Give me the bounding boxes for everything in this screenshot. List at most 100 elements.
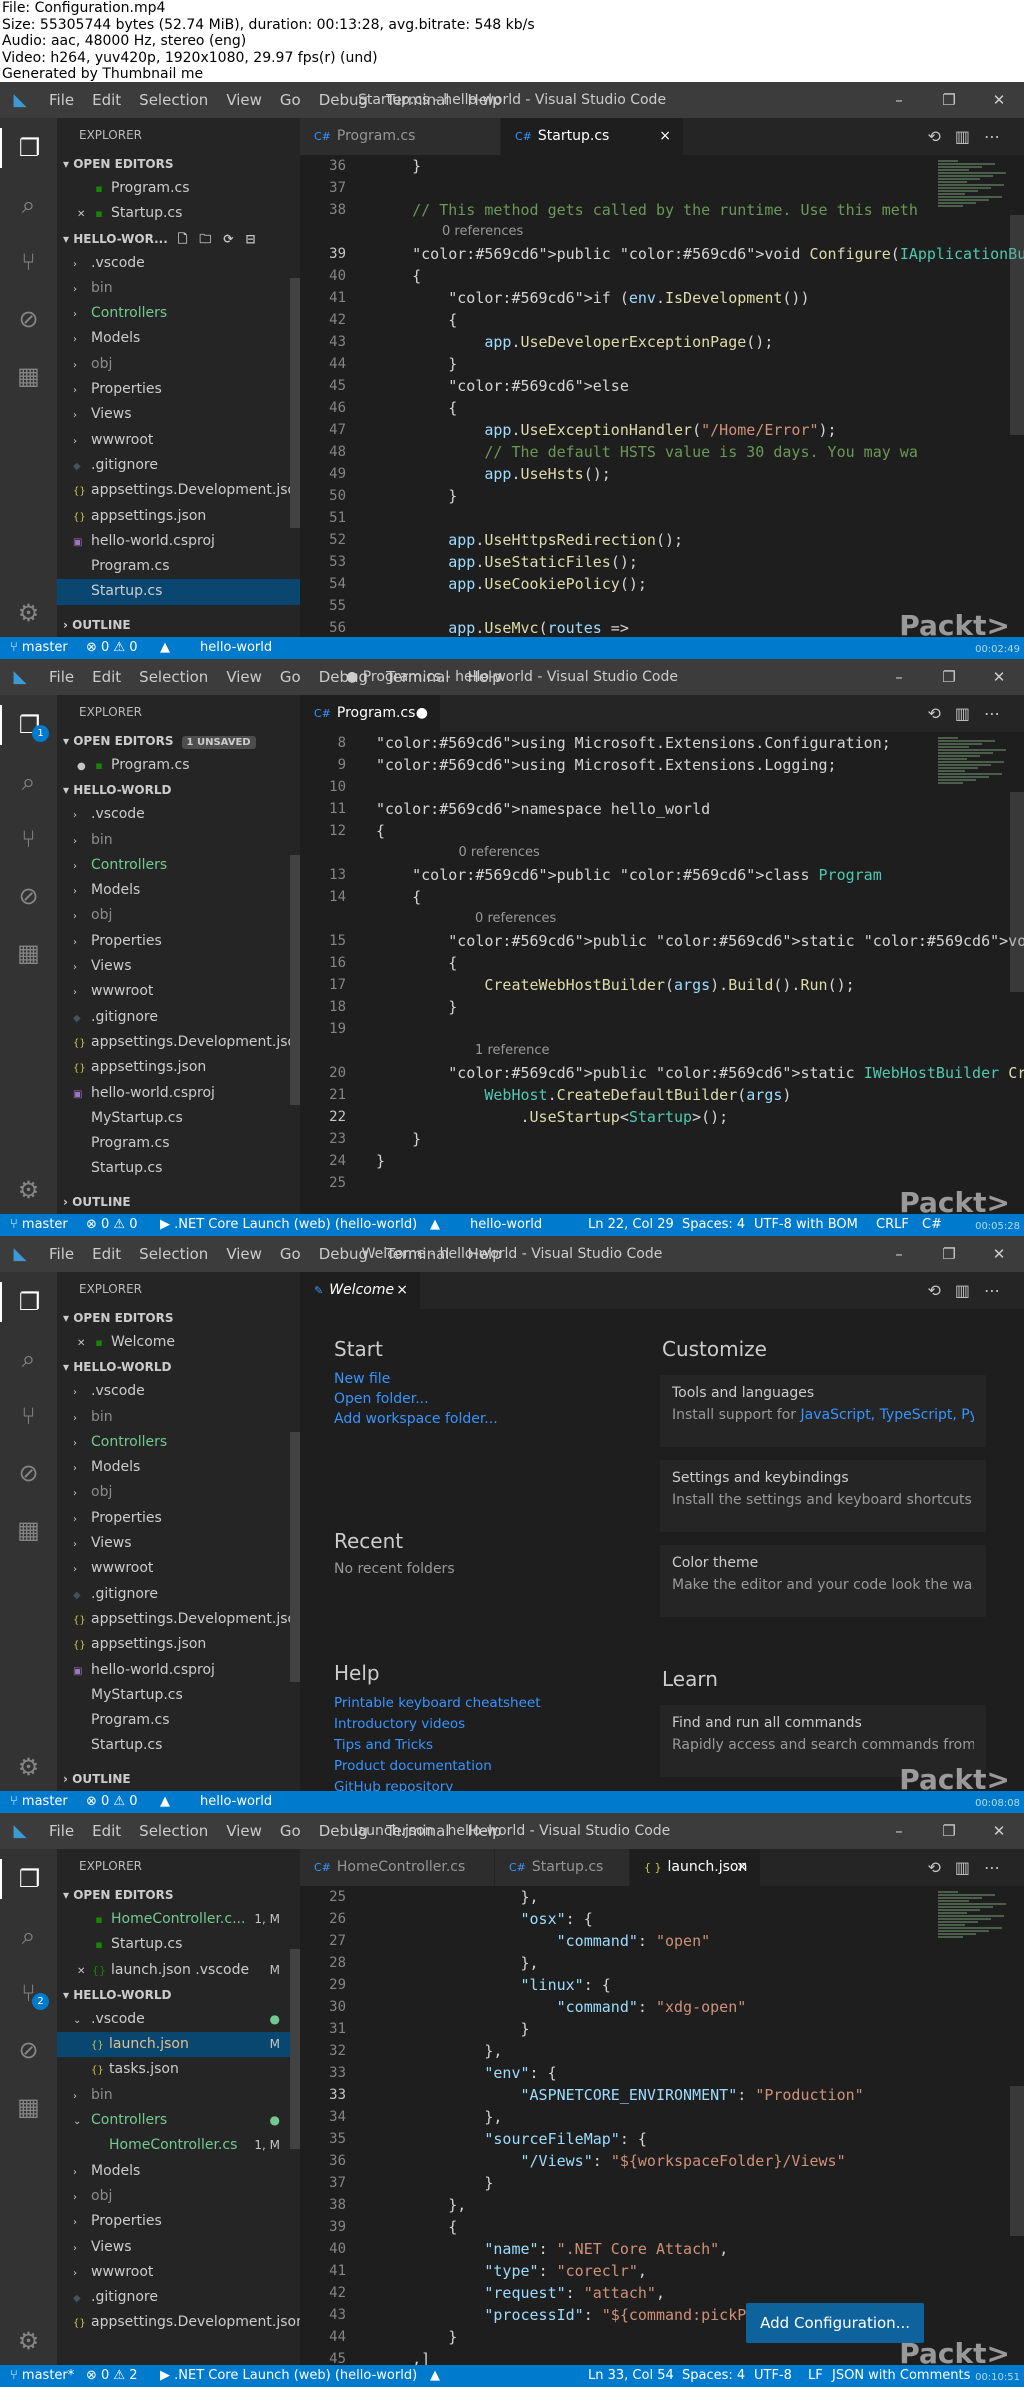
tree-item[interactable]: › .vscode — [57, 1379, 300, 1404]
settings-gear-icon[interactable]: ⚙ — [0, 2321, 57, 2361]
open-editors-header[interactable]: ▾ OPEN EDITORS — [57, 1883, 300, 1907]
editor-tab[interactable]: ✎ Welcome × — [300, 1272, 420, 1309]
settings-gear-icon[interactable]: ⚙ — [0, 1747, 57, 1787]
new-file-icon[interactable]: 🗋🗀⟳⊟ — [178, 232, 268, 246]
tree-item[interactable]: MyStartup.cs — [57, 1683, 300, 1708]
open-editors-header[interactable]: ▾ OPEN EDITORS 1 UNSAVED — [57, 729, 300, 753]
settings-gear-icon[interactable]: ⚙ — [0, 593, 57, 633]
customize-card[interactable]: Settings and keybindings Install the sett… — [660, 1460, 986, 1532]
extensions-icon[interactable]: ▦ — [0, 2087, 57, 2127]
source-control-icon[interactable]: ⑂ — [0, 242, 57, 282]
menu-edit[interactable]: Edit — [83, 668, 130, 686]
editor-close-mark[interactable]: ✕ — [77, 1959, 91, 1984]
source-control-icon[interactable]: ⑂ — [0, 1396, 57, 1436]
project-header[interactable]: ▾ HELLO-WORLD — [57, 1983, 300, 2007]
search-icon[interactable]: ⌕ — [0, 762, 57, 802]
status-cursor-position[interactable]: Ln 22, Col 29 — [588, 1214, 674, 1236]
tree-item[interactable]: › Properties — [57, 377, 300, 402]
tree-item[interactable]: › Controllers — [57, 301, 300, 326]
menu-terminal[interactable]: Terminal — [377, 668, 458, 686]
status-branch[interactable]: ⑂ master — [10, 637, 68, 659]
restore-button[interactable]: ❐ — [924, 82, 974, 118]
menu-terminal[interactable]: Terminal — [377, 1822, 458, 1840]
tree-item[interactable]: {} appsettings.Development.json — [57, 1030, 300, 1055]
status-debug-launch[interactable]: ▶ .NET Core Launch (web) (hello-world) — [160, 1214, 417, 1236]
tree-item[interactable]: › Views — [57, 954, 300, 979]
minimize-button[interactable]: – — [874, 1813, 924, 1849]
code-editor[interactable]: 25 }, 26 "osx": {27 "command": "open" 28 }… — [300, 1886, 1024, 2365]
open-editor-item[interactable]: ▪ HomeController.c... 1, M — [57, 1907, 300, 1932]
tree-item[interactable]: Program.cs — [57, 1708, 300, 1733]
tree-item[interactable]: › wwwroot — [57, 979, 300, 1004]
tree-item[interactable]: {} appsettings.json — [57, 504, 300, 529]
tree-item[interactable]: › wwwroot — [57, 2260, 300, 2285]
explorer-icon[interactable]: ❐ — [0, 128, 57, 168]
help-link[interactable]: Introductory videos — [334, 1716, 465, 1732]
menu-help[interactable]: Help — [458, 1822, 510, 1840]
outline-header[interactable]: › OUTLINE — [57, 1190, 300, 1214]
tree-item[interactable]: ⌄ Controllers ● — [57, 2108, 300, 2133]
menu-help[interactable]: Help — [458, 668, 510, 686]
tree-item[interactable]: {} appsettings.Development.json — [57, 1607, 300, 1632]
explorer-icon[interactable]: ❐ — [0, 1282, 57, 1322]
tree-item[interactable]: › Models — [57, 1455, 300, 1480]
debug-icon[interactable]: ⊘ — [0, 1453, 57, 1493]
tab-close-icon[interactable]: × — [659, 118, 671, 155]
editor-close-mark[interactable]: ✕ — [77, 202, 91, 227]
tree-item[interactable]: › Models — [57, 326, 300, 351]
open-editor-item[interactable]: ● ▪ Program.cs — [57, 753, 300, 778]
tree-item[interactable]: › Controllers — [57, 853, 300, 878]
status-branch[interactable]: ⑂ master* — [10, 2365, 74, 2387]
status-problems[interactable]: ⊗ 0 ⚠ 0 — [86, 1214, 138, 1236]
tree-item[interactable]: ▣ hello-world.csproj — [57, 1658, 300, 1683]
tree-item[interactable]: ⌄ .vscode ● — [57, 2007, 300, 2032]
menu-view[interactable]: View — [217, 668, 271, 686]
minimize-button[interactable]: – — [874, 82, 924, 118]
status-project[interactable]: hello-world — [470, 1214, 542, 1236]
status-cursor-position[interactable]: Ln 33, Col 54 — [588, 2365, 674, 2387]
tree-item[interactable]: ▣ hello-world.csproj — [57, 1081, 300, 1106]
source-control-icon[interactable]: ⑂ — [0, 819, 57, 859]
tree-item[interactable]: › Models — [57, 2159, 300, 2184]
tree-item[interactable]: › Properties — [57, 1506, 300, 1531]
sidebar-scrollbar[interactable] — [290, 278, 300, 528]
tab-close-icon[interactable]: × — [396, 1272, 408, 1309]
menu-go[interactable]: Go — [271, 668, 310, 686]
add-configuration-button[interactable]: Add Configuration... — [746, 2303, 924, 2343]
code-editor[interactable]: 8 "color:#569cd6">using Microsoft.Extensi… — [300, 732, 1024, 1214]
tree-item[interactable]: › Views — [57, 2235, 300, 2260]
menu-file[interactable]: File — [40, 91, 83, 109]
menu-edit[interactable]: Edit — [83, 1822, 130, 1840]
status-eol[interactable]: LF — [808, 2365, 823, 2387]
editor-scrollbar[interactable] — [1010, 792, 1024, 992]
tree-item[interactable]: ◆ .gitignore — [57, 453, 300, 478]
codelens-references[interactable]: 0 references — [300, 908, 1000, 930]
tree-item[interactable]: Program.cs — [57, 554, 300, 579]
help-link[interactable]: GitHub repository — [334, 1779, 453, 1791]
restore-button[interactable]: ❐ — [924, 1236, 974, 1272]
minimap[interactable] — [938, 159, 1010, 239]
editor-tab[interactable]: C# Program.cs — [300, 118, 500, 155]
tree-item[interactable]: › Models — [57, 878, 300, 903]
codelens-references[interactable]: 0 references — [300, 842, 1000, 864]
help-link[interactable]: Tips and Tricks — [334, 1737, 433, 1753]
card-desc-links[interactable]: JavaScript, TypeScript, Py... — [801, 1407, 975, 1423]
search-icon[interactable]: ⌕ — [0, 185, 57, 225]
status-branch[interactable]: ⑂ master — [10, 1214, 68, 1236]
sidebar-scrollbar[interactable] — [290, 855, 300, 1105]
open-editors-header[interactable]: ▾ OPEN EDITORS — [57, 1306, 300, 1330]
menu-view[interactable]: View — [217, 1245, 271, 1263]
editor-tab[interactable]: { } launch.json × — [630, 1849, 760, 1886]
search-icon[interactable]: ⌕ — [0, 1339, 57, 1379]
codelens-references[interactable]: 0 references — [300, 221, 1000, 243]
settings-gear-icon[interactable]: ⚙ — [0, 1170, 57, 1210]
tree-item[interactable]: {} appsettings.json — [57, 1632, 300, 1657]
tree-item[interactable]: › Views — [57, 402, 300, 427]
codelens-references[interactable]: 1 reference — [300, 1040, 1000, 1062]
tree-item[interactable]: Program.cs — [57, 1131, 300, 1156]
debug-icon[interactable]: ⊘ — [0, 876, 57, 916]
tree-item[interactable]: › obj — [57, 1480, 300, 1505]
tree-item[interactable]: › obj — [57, 352, 300, 377]
tree-item[interactable]: ◆ .gitignore — [57, 2285, 300, 2310]
close-window-button[interactable]: ✕ — [974, 659, 1024, 695]
